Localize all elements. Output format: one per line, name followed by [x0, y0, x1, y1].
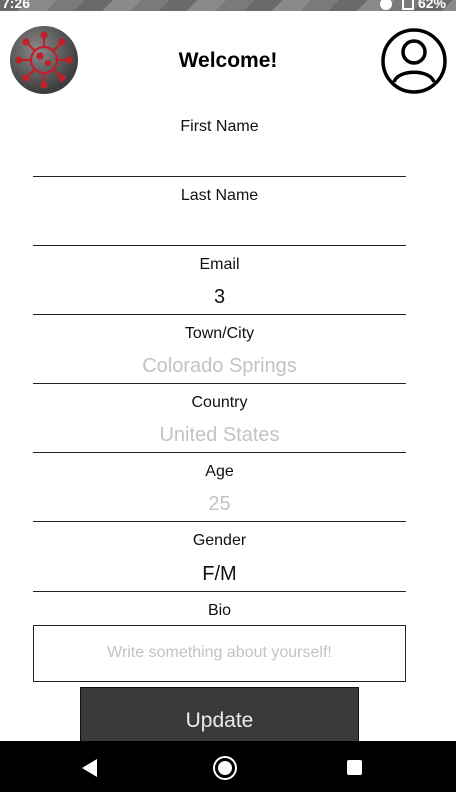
age-input[interactable]: 25	[33, 493, 406, 516]
country-underline	[33, 452, 406, 453]
gender-label: Gender	[192, 532, 247, 549]
notification-icon	[380, 0, 393, 11]
email-input[interactable]: 3	[33, 286, 406, 309]
first-name-label: First Name	[180, 118, 259, 135]
user-account-icon[interactable]	[380, 27, 448, 95]
first-name-underline	[33, 176, 406, 177]
status-bar: 7:26 62%	[0, 0, 456, 11]
bio-textarea[interactable]: Write something about yourself!	[33, 625, 406, 682]
last-name-label: Last Name	[180, 187, 259, 204]
bio-label: Bio	[207, 602, 232, 619]
home-icon[interactable]	[215, 758, 235, 778]
country-label: Country	[191, 394, 248, 411]
email-underline	[33, 314, 406, 315]
battery-icon	[402, 0, 415, 11]
back-icon[interactable]	[82, 759, 97, 777]
town-city-input[interactable]: Colorado Springs	[33, 355, 406, 378]
country-input[interactable]: United States	[33, 424, 406, 447]
email-label: Email	[199, 256, 240, 273]
town-city-underline	[33, 383, 406, 384]
navigation-bar	[0, 741, 456, 792]
age-label: Age	[205, 463, 234, 480]
town-city-label: Town/City	[184, 325, 255, 342]
battery-level: 62%	[417, 0, 446, 11]
last-name-underline	[33, 245, 406, 246]
gender-underline	[33, 591, 406, 592]
recent-apps-icon[interactable]	[347, 760, 362, 775]
age-underline	[33, 521, 406, 522]
status-time: 7:26	[2, 0, 31, 11]
gender-input[interactable]: F/M	[33, 563, 406, 586]
status-icons: 62%	[374, 0, 446, 11]
bio-placeholder: Write something about yourself!	[107, 644, 332, 661]
